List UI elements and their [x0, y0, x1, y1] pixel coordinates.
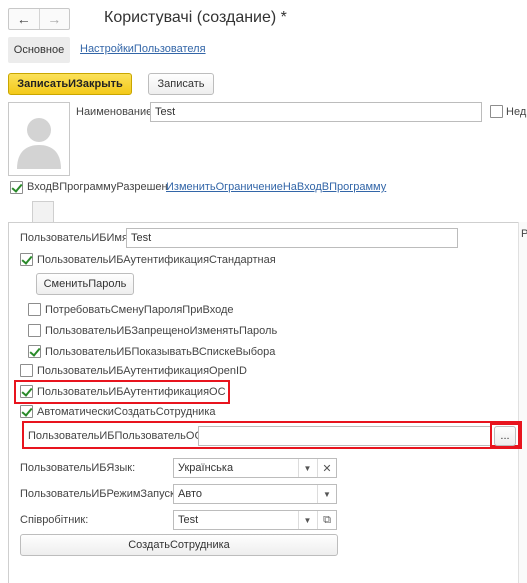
ib-name-field[interactable]: Test: [126, 228, 458, 248]
chevron-down-icon[interactable]: ▼: [317, 485, 336, 503]
open-external-icon[interactable]: ⧉: [317, 511, 336, 529]
create-employee-button[interactable]: СоздатьСотрудника: [20, 534, 338, 556]
forbid-password-change-label: ПользовательИБЗапрещеноИзменятьПароль: [45, 325, 278, 337]
language-value: Українська: [178, 462, 234, 474]
navigation-buttons: ← →: [8, 8, 70, 30]
show-in-list-label: ПользовательИБПоказыватьВСпискеВыбора: [45, 346, 276, 358]
right-column-label: Р: [521, 228, 527, 240]
run-mode-value: Авто: [178, 488, 202, 500]
login-allowed-label: ВходВПрограммуРазрешен: [27, 181, 168, 193]
close-icon[interactable]: ✕: [317, 459, 336, 477]
employee-value: Test: [178, 514, 199, 526]
run-mode-label: ПользовательИБРежимЗапуска:: [20, 488, 185, 500]
login-allowed-checkbox[interactable]: [10, 181, 23, 194]
chevron-down-icon[interactable]: ▼: [298, 459, 316, 477]
openid-auth-checkbox[interactable]: [20, 364, 33, 377]
back-arrow-icon[interactable]: ←: [9, 9, 39, 29]
right-column: [518, 222, 527, 583]
ib-name-label: ПользовательИБИмя:: [20, 232, 131, 244]
panel-tab[interactable]: [32, 201, 54, 223]
auto-create-employee-checkbox[interactable]: [20, 405, 33, 418]
forbid-password-change-checkbox[interactable]: [28, 324, 41, 337]
language-select[interactable]: Українська ▼ ✕: [173, 458, 337, 478]
not-valid-label: Нед: [506, 106, 527, 118]
avatar[interactable]: [8, 102, 70, 176]
change-password-button[interactable]: СменитьПароль: [36, 273, 134, 295]
auto-create-employee-label: АвтоматическиСоздатьСотрудника: [37, 406, 216, 418]
save-button[interactable]: Записать: [148, 73, 214, 95]
employee-select[interactable]: Test ▼ ⧉: [173, 510, 337, 530]
os-auth-checkbox[interactable]: [20, 385, 33, 398]
select-os-user-button[interactable]: ...: [494, 426, 516, 446]
user-silhouette-icon: [17, 118, 61, 169]
openid-auth-label: ПользовательИБАутентификацияOpenID: [37, 365, 247, 377]
show-in-list-checkbox[interactable]: [28, 345, 41, 358]
save-and-close-button[interactable]: ЗаписатьИЗакрыть: [8, 73, 132, 95]
os-user-field[interactable]: [198, 426, 492, 446]
os-user-label: ПользовательИБПользовательОС:: [28, 430, 206, 442]
name-label: Наименование:: [76, 106, 156, 118]
std-auth-checkbox[interactable]: [20, 253, 33, 266]
change-login-restriction-link[interactable]: ИзменитьОграничениеНаВходВПрограмму: [166, 181, 386, 193]
std-auth-label: ПользовательИБАутентификацияСтандартная: [37, 254, 276, 266]
name-field[interactable]: Test: [150, 102, 482, 122]
require-password-change-label: ПотребоватьСменуПароляПриВходе: [45, 304, 234, 316]
tab-user-settings[interactable]: НастройкиПользователя: [80, 43, 206, 55]
language-label: ПользовательИБЯзык:: [20, 462, 136, 474]
not-valid-checkbox[interactable]: [490, 105, 503, 118]
forward-arrow-icon[interactable]: →: [38, 9, 70, 29]
chevron-down-icon[interactable]: ▼: [298, 511, 316, 529]
window-title: Користувачі (создание) *: [104, 9, 287, 26]
require-password-change-checkbox[interactable]: [28, 303, 41, 316]
employee-label: Співробітник:: [20, 514, 89, 526]
run-mode-select[interactable]: Авто ▼: [173, 484, 337, 504]
tab-basic[interactable]: Основное: [8, 37, 70, 63]
os-auth-label: ПользовательИБАутентификацияОС: [37, 386, 226, 398]
